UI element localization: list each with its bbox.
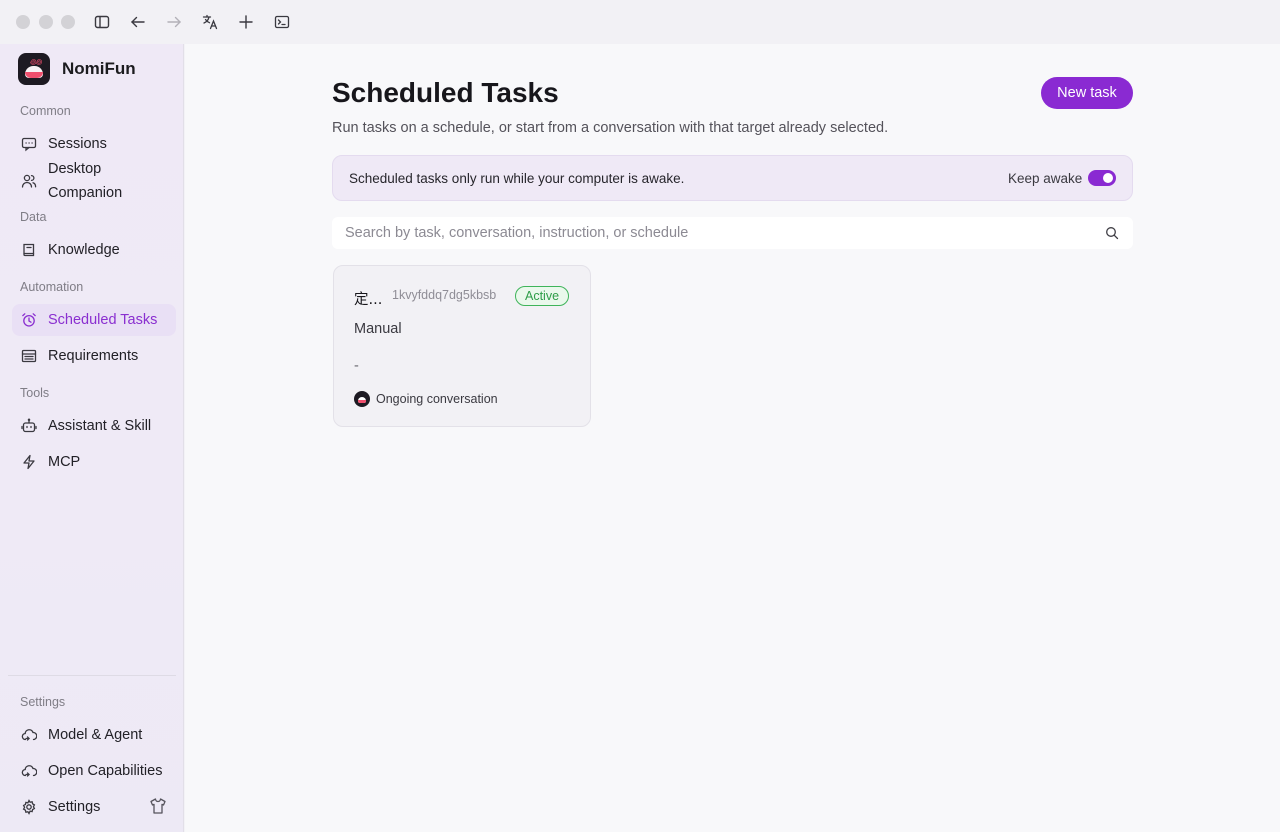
- task-id: 1kvyfddq7dg5kbsb: [392, 288, 497, 302]
- sidebar-item-label: Assistant & Skill: [48, 418, 152, 434]
- shirt-icon[interactable]: [149, 797, 167, 815]
- main-content: Scheduled Tasks Run tasks on a schedule,…: [185, 44, 1280, 832]
- keep-awake-banner: Scheduled tasks only run while your comp…: [332, 155, 1133, 201]
- translate-icon[interactable]: [200, 12, 220, 32]
- sidebar-item-label: Open Capabilities: [48, 763, 163, 779]
- sidebar-item-label: MCP: [48, 454, 81, 470]
- close-window-button[interactable]: [16, 15, 30, 29]
- sidebar-item-knowledge[interactable]: Knowledge: [12, 234, 176, 266]
- search-bar: [332, 217, 1133, 249]
- sidebar: ꩜꩜ NomiFun Common Sessions Desktop Compa…: [0, 44, 184, 832]
- plus-icon[interactable]: [236, 12, 256, 32]
- sidebar-item-scheduled-tasks[interactable]: Scheduled Tasks: [12, 304, 176, 336]
- sidebar-item-settings[interactable]: Settings: [12, 791, 140, 823]
- section-label-data: Data: [20, 210, 47, 224]
- task-conversation: Ongoing conversation: [354, 391, 498, 407]
- sidebar-item-label: Knowledge: [48, 242, 120, 258]
- sidebar-item-requirements[interactable]: Requirements: [12, 340, 176, 372]
- sidebar-divider: [8, 675, 176, 676]
- app-logo: ꩜꩜: [18, 53, 50, 85]
- section-label-settings: Settings: [20, 695, 66, 709]
- sidebar-item-label: Settings: [48, 799, 101, 815]
- chat-icon: [20, 135, 38, 153]
- minimize-window-button[interactable]: [39, 15, 53, 29]
- task-card[interactable]: 定... 1kvyfddq7dg5kbsb Active Manual - On…: [333, 265, 591, 427]
- app-name: NomiFun: [62, 59, 136, 78]
- cloud-sync-icon: [20, 762, 38, 780]
- page-title: Scheduled Tasks: [332, 77, 559, 108]
- maximize-window-button[interactable]: [61, 15, 75, 29]
- sidebar-item-label: Model & Agent: [48, 727, 143, 743]
- forward-arrow-icon[interactable]: [164, 12, 184, 32]
- gear-icon: [20, 798, 38, 816]
- status-badge: Active: [515, 286, 570, 306]
- brand: ꩜꩜ NomiFun: [18, 53, 136, 85]
- task-title: 定...: [354, 292, 383, 308]
- section-label-tools: Tools: [20, 386, 50, 400]
- back-arrow-icon[interactable]: [128, 12, 148, 32]
- sidebar-item-label: Sessions: [48, 136, 107, 152]
- task-schedule: Manual: [354, 321, 402, 337]
- new-task-button[interactable]: New task: [1041, 77, 1133, 109]
- task-instruction: -: [354, 358, 359, 374]
- keep-awake-label: Keep awake: [1008, 171, 1083, 186]
- sidebar-item-mcp[interactable]: MCP: [12, 446, 176, 478]
- book-icon: [20, 241, 38, 259]
- sidebar-item-model-agent[interactable]: Model & Agent: [12, 719, 176, 751]
- conversation-label: Ongoing conversation: [376, 392, 498, 406]
- users-icon: [20, 172, 38, 190]
- lightning-icon: [20, 453, 38, 471]
- banner-text: Scheduled tasks only run while your comp…: [349, 171, 685, 186]
- robot-icon: [20, 417, 38, 435]
- sidebar-item-label: Desktop Companion: [48, 161, 123, 201]
- sidebar-item-label: Requirements: [48, 348, 139, 364]
- sidebar-toggle-icon[interactable]: [92, 12, 112, 32]
- list-icon: [20, 347, 38, 365]
- search-icon[interactable]: [1105, 226, 1119, 240]
- alarm-clock-icon: [20, 311, 38, 329]
- sidebar-item-open-capabilities[interactable]: Open Capabilities: [12, 755, 176, 787]
- sidebar-item-label: Scheduled Tasks: [48, 312, 158, 328]
- avatar: [354, 391, 370, 407]
- section-label-common: Common: [20, 104, 71, 118]
- cloud-sync-icon: [20, 726, 38, 744]
- sidebar-item-desktop-companion[interactable]: Desktop Companion: [12, 156, 176, 206]
- sidebar-item-assistant-skill[interactable]: Assistant & Skill: [12, 410, 176, 442]
- search-input[interactable]: [332, 217, 1092, 249]
- keep-awake-toggle[interactable]: [1088, 170, 1116, 186]
- terminal-icon[interactable]: [272, 12, 292, 32]
- section-label-automation: Automation: [20, 280, 84, 294]
- title-bar: [0, 0, 1280, 44]
- page-subtitle: Run tasks on a schedule, or start from a…: [332, 120, 889, 136]
